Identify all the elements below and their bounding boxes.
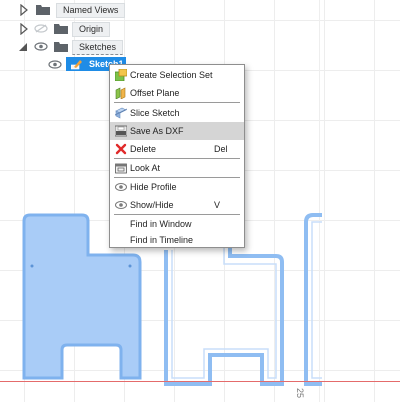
menu-label: Create Selection Set bbox=[130, 70, 213, 80]
eye-hidden-icon[interactable] bbox=[34, 24, 48, 33]
sketch-point[interactable] bbox=[30, 264, 34, 268]
ruler-value: 25 bbox=[295, 388, 305, 399]
collapse-arrow-icon[interactable] bbox=[18, 41, 28, 53]
menu-item-offset-plane[interactable]: Offset Plane bbox=[110, 84, 244, 102]
menu-item-look-at[interactable]: Look At bbox=[110, 159, 244, 177]
origin-label[interactable]: Origin bbox=[72, 22, 111, 37]
context-menu: Create Selection Set Offset Plane Slice … bbox=[109, 64, 245, 248]
folder-icon bbox=[36, 5, 50, 15]
sketch-icon bbox=[71, 60, 82, 70]
menu-label: Look At bbox=[130, 163, 161, 173]
menu-label: Slice Sketch bbox=[130, 108, 180, 118]
eye-icon bbox=[115, 183, 127, 191]
menu-item-find-in-timeline[interactable]: Find in Timeline bbox=[110, 231, 244, 249]
x-axis-line bbox=[0, 381, 400, 382]
look-at-icon bbox=[115, 163, 127, 174]
offset-plane-icon bbox=[115, 87, 126, 99]
menu-shortcut: Del bbox=[214, 144, 228, 154]
eye-icon bbox=[115, 201, 127, 209]
sketch-point[interactable] bbox=[128, 264, 132, 268]
eye-icon[interactable] bbox=[48, 60, 62, 69]
menu-item-create-selection-set[interactable]: Create Selection Set bbox=[110, 66, 244, 84]
folder-icon bbox=[54, 42, 68, 52]
menu-label: Find in Timeline bbox=[130, 235, 194, 245]
eye-icon[interactable] bbox=[34, 42, 48, 51]
sketch-profile-outline-right-inner bbox=[311, 221, 322, 379]
slice-sketch-icon bbox=[115, 107, 127, 119]
menu-label: Hide Profile bbox=[130, 182, 177, 192]
menu-item-delete[interactable]: Delete Del bbox=[110, 140, 244, 158]
folder-icon bbox=[54, 24, 68, 34]
sketches-label[interactable]: Sketches bbox=[72, 40, 124, 55]
expand-arrow-icon[interactable] bbox=[19, 23, 29, 35]
menu-item-save-as-dxf[interactable]: Save As DXF bbox=[110, 122, 244, 140]
sketch-profile-outline-right[interactable] bbox=[304, 213, 322, 386]
menu-label: Show/Hide bbox=[130, 200, 174, 210]
selection-set-icon bbox=[115, 69, 127, 81]
menu-label: Delete bbox=[130, 144, 157, 154]
menu-item-hide-profile[interactable]: Hide Profile bbox=[110, 178, 244, 196]
menu-item-show-hide[interactable]: Show/Hide V bbox=[110, 196, 244, 214]
menu-separator bbox=[114, 102, 240, 103]
menu-label: Offset Plane bbox=[130, 88, 180, 98]
menu-label: Save As DXF bbox=[130, 126, 184, 136]
menu-shortcut: V bbox=[214, 200, 221, 210]
delete-x-icon bbox=[115, 143, 127, 155]
menu-label: Find in Window bbox=[130, 219, 192, 229]
menu-item-slice-sketch[interactable]: Slice Sketch bbox=[110, 104, 244, 122]
sketch-profile-outline[interactable] bbox=[164, 248, 284, 386]
expand-arrow-icon[interactable] bbox=[19, 4, 29, 16]
dxf-file-icon bbox=[115, 125, 127, 137]
named-views-label[interactable]: Named Views bbox=[56, 3, 126, 18]
